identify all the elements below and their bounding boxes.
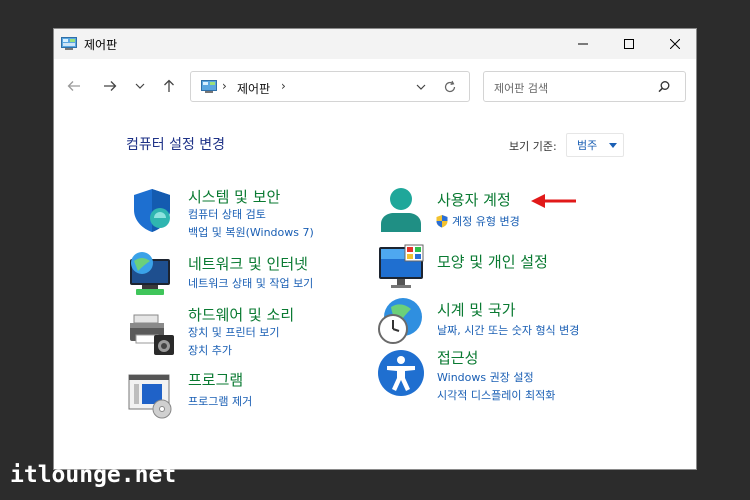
category-title-programs[interactable]: 프로그램 (188, 369, 243, 390)
arrow-left-icon (67, 81, 80, 91)
network-icon[interactable] (126, 249, 174, 297)
link-change-account-type-label: 계정 유형 변경 (452, 215, 520, 228)
link-devices-printers[interactable]: 장치 및 프린터 보기 (188, 324, 279, 340)
category-title-system-security[interactable]: 시스템 및 보안 (188, 186, 280, 207)
watermark: itlounge.net (10, 462, 177, 488)
shield-icon[interactable] (128, 186, 176, 234)
maximize-icon (624, 39, 634, 49)
user-icon[interactable] (377, 186, 425, 234)
category-title-network-internet[interactable]: 네트워크 및 인터넷 (188, 253, 308, 274)
close-icon (670, 39, 680, 49)
address-dropdown-button[interactable] (413, 78, 429, 96)
control-panel-icon (61, 37, 77, 50)
arrow-right-icon (104, 81, 117, 91)
recent-locations-button[interactable] (126, 73, 154, 99)
caret-down-icon (609, 143, 617, 148)
refresh-button[interactable] (441, 78, 459, 96)
breadcrumb-control-panel[interactable]: 제어판 (237, 80, 270, 97)
page-title: 컴퓨터 설정 변경 (126, 137, 226, 153)
window-title: 제어판 (84, 38, 118, 52)
view-by-value: 범주 (577, 139, 598, 152)
link-network-status[interactable]: 네트워크 상태 및 작업 보기 (188, 275, 313, 291)
category-title-ease-of-access[interactable]: 접근성 (437, 347, 478, 368)
view-by-dropdown[interactable]: 범주 (566, 133, 624, 157)
minimize-icon (578, 43, 588, 45)
link-change-account-type[interactable]: 계정 유형 변경 (435, 213, 520, 229)
search-input[interactable]: 제어판 검색 (494, 80, 548, 96)
control-panel-icon (201, 80, 217, 93)
arrow-up-icon (164, 79, 174, 92)
link-add-device[interactable]: 장치 추가 (188, 342, 232, 358)
link-backup-restore[interactable]: 백업 및 복원(Windows 7) (188, 224, 314, 240)
address-row: › 제어판 › 제어판 검색 (54, 59, 696, 115)
link-review-computer-status[interactable]: 컴퓨터 상태 검토 (188, 206, 266, 222)
forward-button[interactable] (96, 73, 124, 99)
search-box[interactable]: 제어판 검색 (483, 71, 686, 102)
address-bar[interactable]: › 제어판 › (190, 71, 470, 102)
monitor-icon[interactable] (377, 243, 425, 291)
category-title-appearance-personalization[interactable]: 모양 및 개인 설정 (437, 251, 548, 272)
close-button[interactable] (652, 29, 698, 59)
link-date-time-format[interactable]: 날짜, 시간 또는 숫자 형식 변경 (437, 322, 579, 338)
up-button[interactable] (155, 73, 183, 99)
category-title-user-accounts[interactable]: 사용자 계정 (437, 189, 511, 210)
programs-icon[interactable] (128, 371, 176, 419)
category-title-clock-region[interactable]: 시계 및 국가 (437, 299, 516, 320)
category-title-hardware-sound[interactable]: 하드웨어 및 소리 (188, 304, 294, 325)
refresh-icon (444, 80, 456, 93)
chevron-down-icon (135, 83, 145, 89)
chevron-down-icon (416, 84, 426, 90)
breadcrumb-separator-icon[interactable]: › (281, 79, 286, 93)
control-panel-window: 제어판 › 제어판 › 제어판 검색 컴퓨터 설정 변경 보기 기준: 범주 시… (53, 28, 697, 470)
printer-icon[interactable] (128, 309, 176, 357)
view-by-label: 보기 기준: (509, 140, 557, 153)
back-button[interactable] (60, 73, 88, 99)
annotation-arrow-icon (531, 194, 576, 208)
maximize-button[interactable] (606, 29, 652, 59)
clock-globe-icon[interactable] (377, 297, 425, 345)
link-uninstall-program[interactable]: 프로그램 제거 (188, 393, 252, 409)
accessibility-icon[interactable] (377, 349, 425, 397)
breadcrumb-separator-icon: › (222, 79, 227, 93)
minimize-button[interactable] (560, 29, 606, 59)
link-optimize-visual-display[interactable]: 시각적 디스플레이 최적화 (437, 387, 555, 403)
title-bar[interactable]: 제어판 (54, 29, 696, 59)
search-icon[interactable] (656, 79, 672, 95)
uac-shield-icon (436, 215, 448, 228)
link-windows-recommended-settings[interactable]: Windows 권장 설정 (437, 369, 534, 385)
